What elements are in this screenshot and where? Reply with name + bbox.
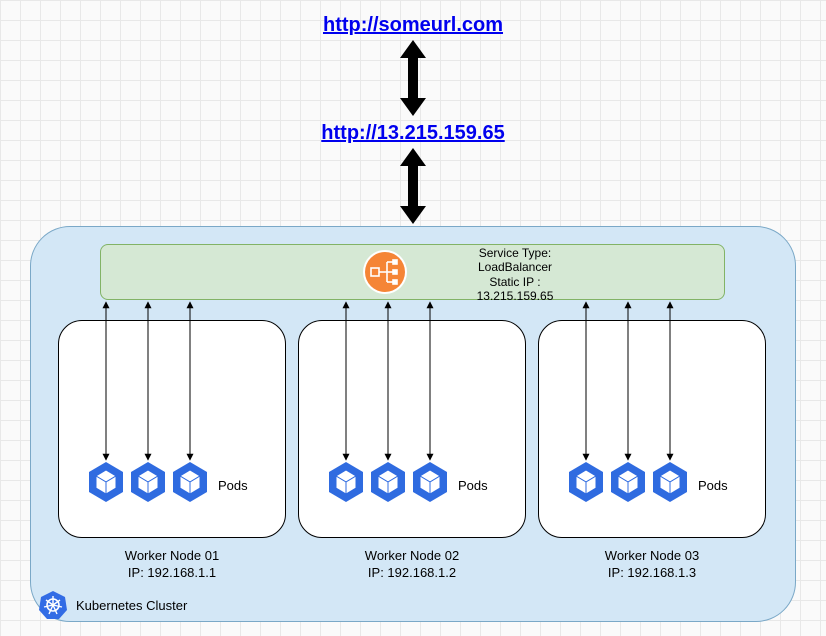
node-caption: Worker Node 02 IP: 192.168.1.2	[298, 548, 526, 582]
pod-group	[326, 460, 450, 504]
node-ip: IP: 192.168.1.3	[538, 565, 766, 582]
node-name: Worker Node 03	[538, 548, 766, 565]
node-ip: IP: 192.168.1.2	[298, 565, 526, 582]
pod-icon	[608, 460, 648, 504]
pod-icon	[368, 460, 408, 504]
pod-icon	[410, 460, 450, 504]
pods-label: Pods	[218, 478, 248, 493]
pod-icon	[326, 460, 366, 504]
pods-label: Pods	[458, 478, 488, 493]
node-caption: Worker Node 01 IP: 192.168.1.1	[58, 548, 286, 582]
node-name: Worker Node 01	[58, 548, 286, 565]
pod-group	[566, 460, 690, 504]
node-name: Worker Node 02	[298, 548, 526, 565]
cluster-label: Kubernetes Cluster	[76, 598, 187, 613]
node-caption: Worker Node 03 IP: 192.168.1.3	[538, 548, 766, 582]
node-ip: IP: 192.168.1.1	[58, 565, 286, 582]
pod-group	[86, 460, 210, 504]
connection-arrows	[0, 0, 826, 636]
pod-icon	[86, 460, 126, 504]
pod-icon	[170, 460, 210, 504]
pod-icon	[128, 460, 168, 504]
pod-icon	[650, 460, 690, 504]
kubernetes-logo-icon	[38, 590, 68, 620]
pod-icon	[566, 460, 606, 504]
pods-label: Pods	[698, 478, 728, 493]
